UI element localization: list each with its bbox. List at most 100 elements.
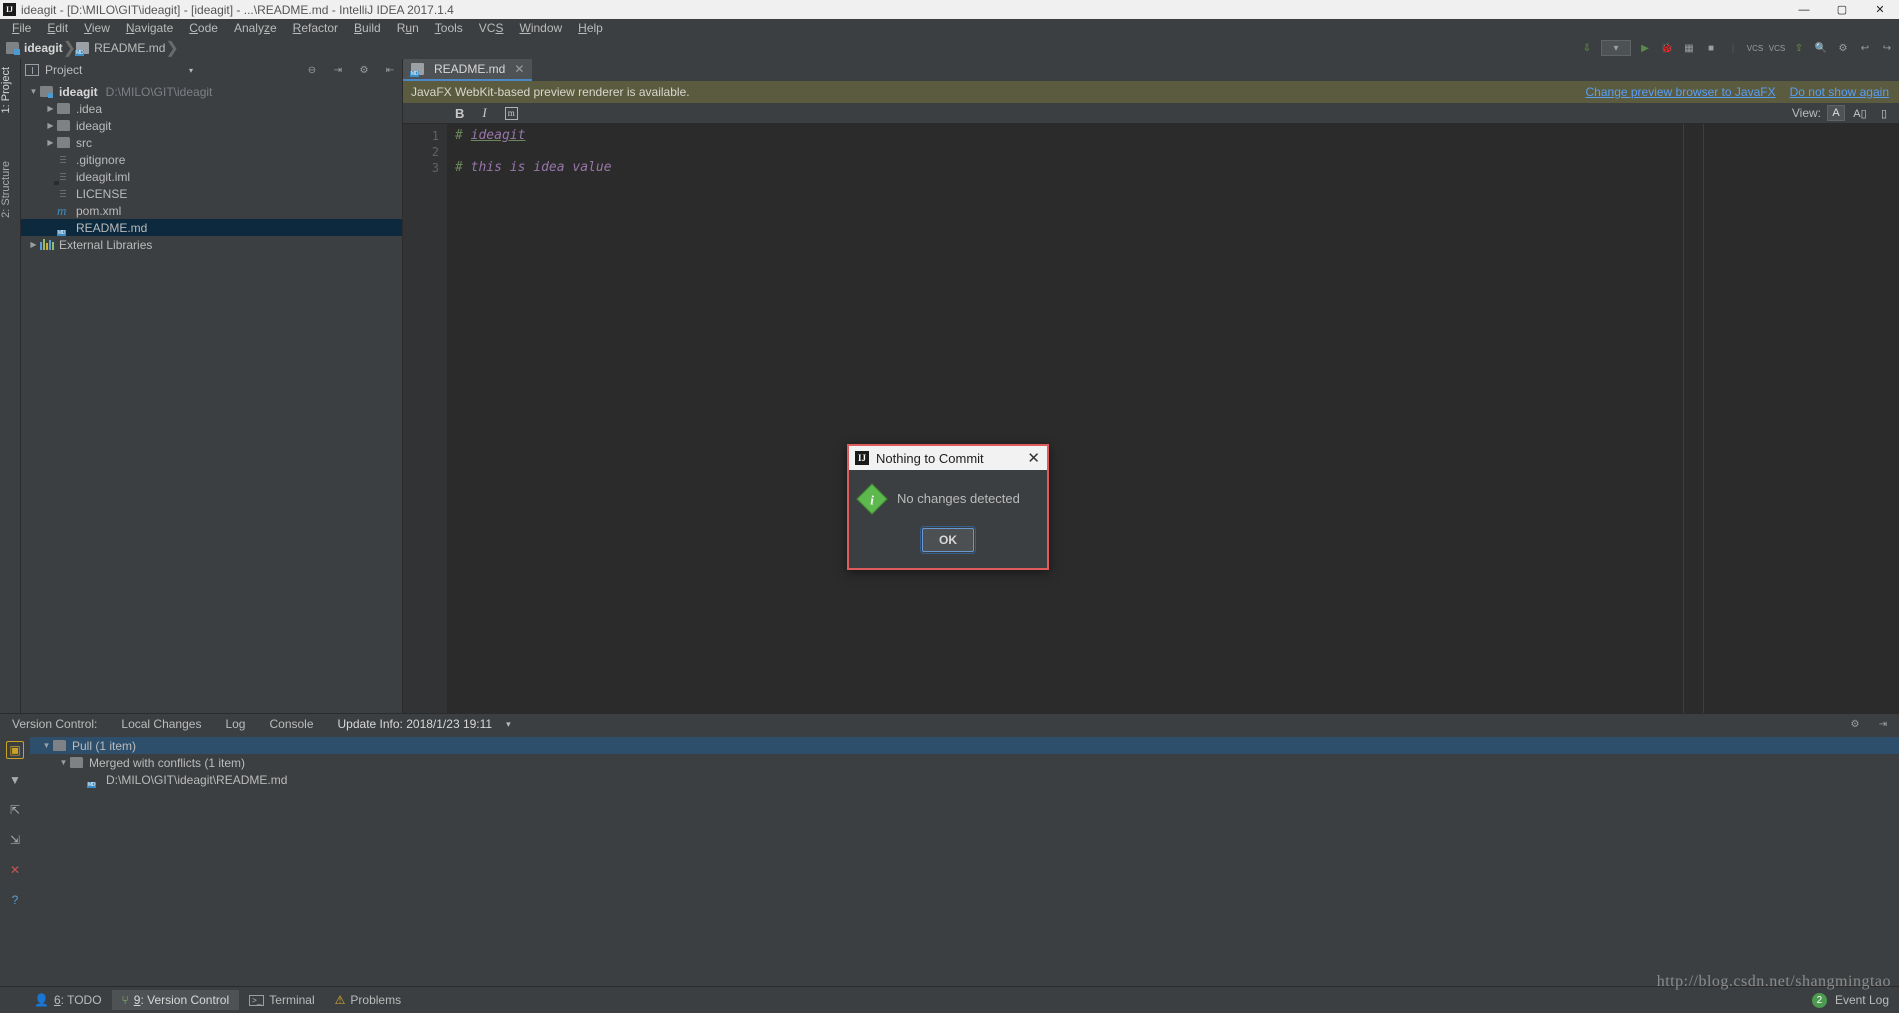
vc-tree-row[interactable]: Merged with conflicts (1 item): [30, 754, 1899, 771]
change-preview-browser-link[interactable]: Change preview browser to JavaFX: [1586, 85, 1776, 99]
menu-item-view[interactable]: View: [76, 19, 118, 37]
menu-item-edit[interactable]: Edit: [39, 19, 76, 37]
help-icon[interactable]: ?: [6, 891, 24, 909]
breadcrumb-label: ideagit: [24, 41, 63, 55]
sidebar-item-project[interactable]: 1: Project: [0, 63, 21, 117]
hide-panel-icon[interactable]: ⇤: [382, 62, 398, 78]
tree-row[interactable]: m pom.xml: [21, 202, 402, 219]
tree-row[interactable]: ideagit.iml: [21, 168, 402, 185]
menu-item-help[interactable]: Help: [570, 19, 611, 37]
gear-icon[interactable]: ⚙: [1847, 717, 1863, 733]
expand-all-icon[interactable]: ⇥: [330, 62, 346, 78]
chevron-down-icon[interactable]: ▾: [504, 714, 523, 735]
collapse-all-icon[interactable]: ⊖: [304, 62, 320, 78]
tab-log[interactable]: Log: [213, 714, 257, 735]
back-icon[interactable]: ↩: [1857, 40, 1873, 56]
do-not-show-again-link[interactable]: Do not show again: [1790, 85, 1889, 99]
menu-item-build[interactable]: Build: [346, 19, 389, 37]
collapse-all-icon[interactable]: ⇱: [6, 801, 24, 819]
tree-row[interactable]: .idea: [21, 100, 402, 117]
tab-console[interactable]: Console: [257, 714, 325, 735]
chevron-right-icon[interactable]: [44, 121, 57, 130]
chevron-down-icon[interactable]: [57, 758, 70, 767]
close-button[interactable]: ✕: [1861, 0, 1899, 19]
tree-row[interactable]: README.md: [21, 219, 402, 236]
chevron-right-icon[interactable]: [44, 104, 57, 113]
code-button[interactable]: m: [504, 106, 518, 120]
expand-all-icon[interactable]: ⇲: [6, 831, 24, 849]
update-project-icon[interactable]: ⇩: [1579, 40, 1595, 56]
debug-icon[interactable]: 🐞: [1659, 40, 1675, 56]
menu-item-refactor[interactable]: Refactor: [285, 19, 346, 37]
folder-icon: [57, 136, 72, 149]
chevron-down-icon[interactable]: [40, 741, 53, 750]
status-tab-todo[interactable]: 👤 6: TODO: [24, 990, 112, 1010]
breadcrumb-item-file[interactable]: README.md: [75, 41, 165, 56]
menu-item-tools[interactable]: Tools: [427, 19, 471, 37]
forward-icon[interactable]: ↪: [1879, 40, 1895, 56]
chevron-right-icon[interactable]: [27, 240, 40, 249]
intellij-logo-icon: IJ: [855, 451, 869, 465]
tree-row[interactable]: ideagit: [21, 117, 402, 134]
delete-icon[interactable]: ✕: [6, 861, 24, 879]
tab-readme-md[interactable]: README.md ✕: [403, 59, 533, 81]
vc-tree-row[interactable]: Pull (1 item): [30, 737, 1899, 754]
tree-row[interactable]: LICENSE: [21, 185, 402, 202]
vc-tree-row[interactable]: D:\MILO\GIT\ideagit\README.md: [30, 771, 1899, 788]
italic-button[interactable]: I: [482, 105, 486, 121]
gear-icon[interactable]: ⚙: [356, 62, 372, 78]
code-line: # ideagit: [455, 128, 1683, 144]
close-icon[interactable]: ✕: [514, 62, 524, 76]
settings-icon[interactable]: ⚙: [1835, 40, 1851, 56]
status-tab-problems[interactable]: ⚠ Problems: [325, 990, 411, 1010]
line-number: 1: [431, 129, 439, 143]
status-tab-terminal[interactable]: >_ Terminal: [239, 990, 324, 1010]
dialog-body: i No changes detected: [849, 470, 1047, 515]
tree-row[interactable]: External Libraries: [21, 236, 402, 253]
tree-row[interactable]: ideagit D:\MILO\GIT\ideagit: [21, 83, 402, 100]
menu-item-run[interactable]: Run: [389, 19, 427, 37]
view-editor-only-button[interactable]: A: [1827, 105, 1845, 121]
group-by-icon[interactable]: ▣: [6, 741, 24, 759]
menu-item-file[interactable]: File: [4, 19, 39, 37]
tree-row[interactable]: src: [21, 134, 402, 151]
sidebar-item-structure[interactable]: 2: Structure: [0, 157, 21, 222]
search-everywhere-icon[interactable]: 🔍: [1813, 40, 1829, 56]
version-control-body: ▣ ▼ ⇱ ⇲ ✕ ? Pull (1 item) Merged with con…: [0, 735, 1899, 986]
ok-button[interactable]: OK: [920, 526, 976, 554]
close-icon[interactable]: ✕: [1027, 449, 1040, 467]
stop-icon[interactable]: ■: [1703, 40, 1719, 56]
status-bar: 👤 6: TODO ⑂ 9: Version Control >_ Termin…: [0, 986, 1899, 1013]
view-preview-only-button[interactable]: ▯: [1875, 105, 1893, 121]
chevron-down-icon[interactable]: [27, 87, 40, 96]
view-editor-preview-button[interactable]: A▯: [1851, 105, 1869, 121]
minimize-button[interactable]: —: [1785, 0, 1823, 19]
vcs-push-icon[interactable]: ⇧: [1791, 40, 1807, 56]
coverage-icon[interactable]: ▦: [1681, 40, 1697, 56]
tab-local-changes[interactable]: Local Changes: [109, 714, 213, 735]
run-icon[interactable]: ▶: [1637, 40, 1653, 56]
intellij-logo-icon: IJ: [3, 3, 16, 16]
menu-item-vcs[interactable]: VCS: [471, 19, 512, 37]
dialog-title-text: Nothing to Commit: [876, 450, 984, 466]
hide-panel-icon[interactable]: ⇥: [1875, 717, 1891, 733]
filter-icon[interactable]: ▼: [6, 771, 24, 789]
vcs-commit-icon[interactable]: VCS: [1769, 40, 1785, 56]
code-text: this is idea value: [470, 160, 612, 175]
tree-row[interactable]: .gitignore: [21, 151, 402, 168]
breadcrumb-item-project[interactable]: ideagit: [6, 41, 63, 55]
run-config-dropdown-icon[interactable]: ▾: [1601, 40, 1631, 56]
maximize-button[interactable]: ▢: [1823, 0, 1861, 19]
tab-update-info[interactable]: Update Info: 2018/1/23 19:11: [326, 714, 505, 735]
chevron-right-icon[interactable]: [44, 138, 57, 147]
menu-item-window[interactable]: Window: [511, 19, 570, 37]
chevron-down-icon[interactable]: ▾: [189, 66, 193, 75]
menu-item-navigate[interactable]: Navigate: [118, 19, 181, 37]
vcs-update-icon[interactable]: VCS: [1747, 40, 1763, 56]
version-control-tree[interactable]: Pull (1 item) Merged with conflicts (1 it…: [30, 735, 1899, 986]
menu-item-code[interactable]: Code: [181, 19, 226, 37]
status-tab-version-control[interactable]: ⑂ 9: Version Control: [111, 990, 240, 1010]
bold-button[interactable]: B: [455, 106, 464, 121]
event-log-label[interactable]: Event Log: [1835, 993, 1889, 1007]
menu-item-analyze[interactable]: Analyze: [226, 19, 285, 37]
